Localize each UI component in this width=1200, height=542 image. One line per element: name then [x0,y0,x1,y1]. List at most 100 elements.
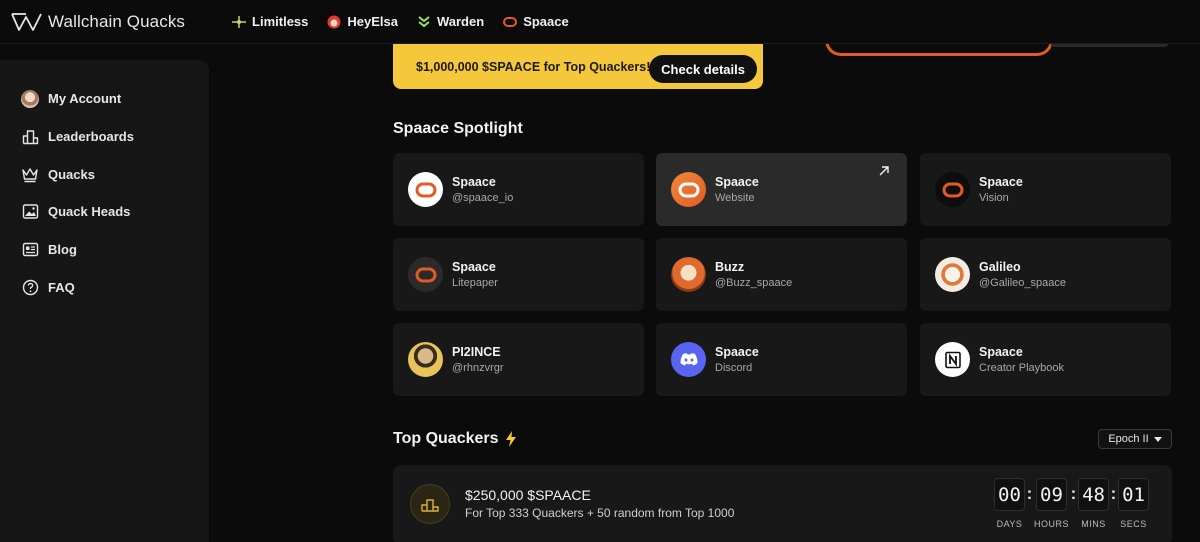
timer-hours-label: HOURS [1034,519,1070,529]
timer-separator: : [1026,484,1033,503]
card-name: Spaace [979,175,1023,189]
image-icon [21,203,39,221]
sidebar-item-label: My Account [48,91,122,107]
card-name: Galileo [979,260,1021,274]
check-details-button[interactable]: Check details [649,55,757,83]
card-sub: @Buzz_spaace [715,277,793,289]
countdown-timer: 00 DAYS : 09 HOURS : 48 MINS : 01 SECS [994,478,1150,529]
spotlight-card-galileo[interactable]: Galileo @Galileo_spaace [920,238,1171,311]
sidebar-item-my-account[interactable]: My Account [0,80,209,118]
card-name: PI2INCE [452,345,501,359]
epoch-select[interactable]: Epoch II [1098,429,1172,449]
timer-hours-value: 09 [1036,478,1067,511]
sidebar-item-leaderboards[interactable]: Leaderboards [0,118,209,156]
podium-icon [410,484,450,524]
top-quackers-title: Top Quackers [393,430,499,447]
card-sub: Vision [979,192,1009,204]
card-sub: Website [715,192,755,204]
promo-text: $1,000,000 $SPAACE for Top Quackers! [416,59,651,74]
partner-limitless[interactable]: Limitless [231,14,308,30]
spaace-logo-icon [935,172,970,207]
sidebar-item-label: Blog [48,242,77,258]
sidebar-item-quack-heads[interactable]: Quack Heads [0,193,209,231]
sidebar-item-label: Quack Heads [48,204,131,220]
timer-secs-value: 01 [1118,478,1150,511]
card-sub: @rhnzvrgr [452,362,504,374]
chevron-down-icon [1153,436,1162,442]
external-link-icon [879,166,889,176]
epoch-value: Epoch II [1108,433,1149,445]
spaace-icon [502,14,518,30]
card-name: Spaace [452,260,496,274]
timer-mins: 48 MINS [1078,478,1110,529]
warden-icon [416,14,432,30]
pi2ince-avatar [408,342,443,377]
limitless-icon [231,14,247,30]
timer-hours: 09 HOURS [1034,478,1069,529]
sidebar-item-quacks[interactable]: Quacks [0,155,209,193]
partner-label: Warden [436,14,485,29]
timer-mins-label: MINS [1081,519,1106,529]
card-name: Buzz [715,260,745,274]
spotlight-card-litepaper[interactable]: Spaace Litepaper [393,238,644,311]
card-name: Spaace [979,345,1023,359]
sidebar-item-label: Leaderboards [48,129,134,145]
brand[interactable]: Wallchain Quacks [10,11,185,33]
card-name: Spaace [715,345,759,359]
buzz-avatar [671,257,706,292]
sidebar-item-label: FAQ [48,279,75,295]
timer-secs: 01 SECS [1118,478,1150,529]
card-sub: @spaace_io [452,192,514,204]
timer-separator: : [1110,484,1117,503]
prize-title: $250,000 $SPAACE [465,487,591,503]
spaace-logo-icon [671,172,706,207]
top-bar: Wallchain Quacks Limitless HeyElsa Warde… [0,0,1200,44]
spotlight-card-spaace-x[interactable]: Spaace @spaace_io [393,153,644,226]
promo-banner: $1,000,000 $SPAACE for Top Quackers! Che… [393,44,763,89]
sidebar-item-blog[interactable]: Blog [0,231,209,269]
prize-card: $250,000 $SPAACE For Top 333 Quackers + … [393,465,1172,542]
timer-secs-label: SECS [1120,519,1147,529]
sidebar: My Account Leaderboards Quacks Quack Hea… [0,60,209,542]
spotlight-card-website[interactable]: Spaace Website [656,153,907,226]
brand-name: Wallchain Quacks [48,11,186,31]
spaace-logo-icon [408,172,443,207]
card-sub: Creator Playbook [979,362,1064,374]
timer-days: 00 DAYS [994,478,1025,529]
partner-label: Limitless [252,14,309,29]
partner-warden[interactable]: Warden [416,14,484,30]
sidebar-item-faq[interactable]: FAQ [0,268,209,306]
spotlight-title: Spaace Spotlight [393,120,523,137]
timer-separator: : [1070,484,1077,503]
heyelsa-icon [326,14,342,30]
spotlight-card-pi2ince[interactable]: PI2INCE @rhnzvrgr [393,323,644,396]
crown-icon [21,165,39,183]
card-name: Spaace [715,175,759,189]
leaderboard-icon [21,128,39,146]
partner-spaace[interactable]: Spaace [502,14,569,30]
top-quackers-header: Top Quackers [393,430,517,448]
card-sub: Litepaper [452,277,498,289]
question-icon [21,278,39,296]
timer-days-label: DAYS [996,519,1023,529]
galileo-avatar [935,257,970,292]
blog-icon [21,241,39,259]
card-name: Spaace [452,175,496,189]
spotlight-card-discord[interactable]: Spaace Discord [656,323,907,396]
discord-icon [671,342,706,377]
spaace-logo-icon [408,257,443,292]
partner-label: HeyElsa [347,14,398,29]
wallchain-logo-icon [11,12,42,31]
notion-icon [935,342,970,377]
sidebar-item-label: Quacks [48,166,95,182]
partner-nav: Limitless HeyElsa Warden Spaace [231,14,587,30]
spotlight-card-vision[interactable]: Spaace Vision [920,153,1171,226]
spotlight-card-buzz[interactable]: Buzz @Buzz_spaace [656,238,907,311]
partner-heyelsa[interactable]: HeyElsa [326,14,398,30]
lightning-icon [505,431,516,447]
partner-label: Spaace [523,14,569,29]
spotlight-card-creator-playbook[interactable]: Spaace Creator Playbook [920,323,1171,396]
avatar [21,89,39,108]
prize-description: For Top 333 Quackers + 50 random from To… [465,506,735,520]
timer-mins-value: 48 [1078,478,1110,511]
